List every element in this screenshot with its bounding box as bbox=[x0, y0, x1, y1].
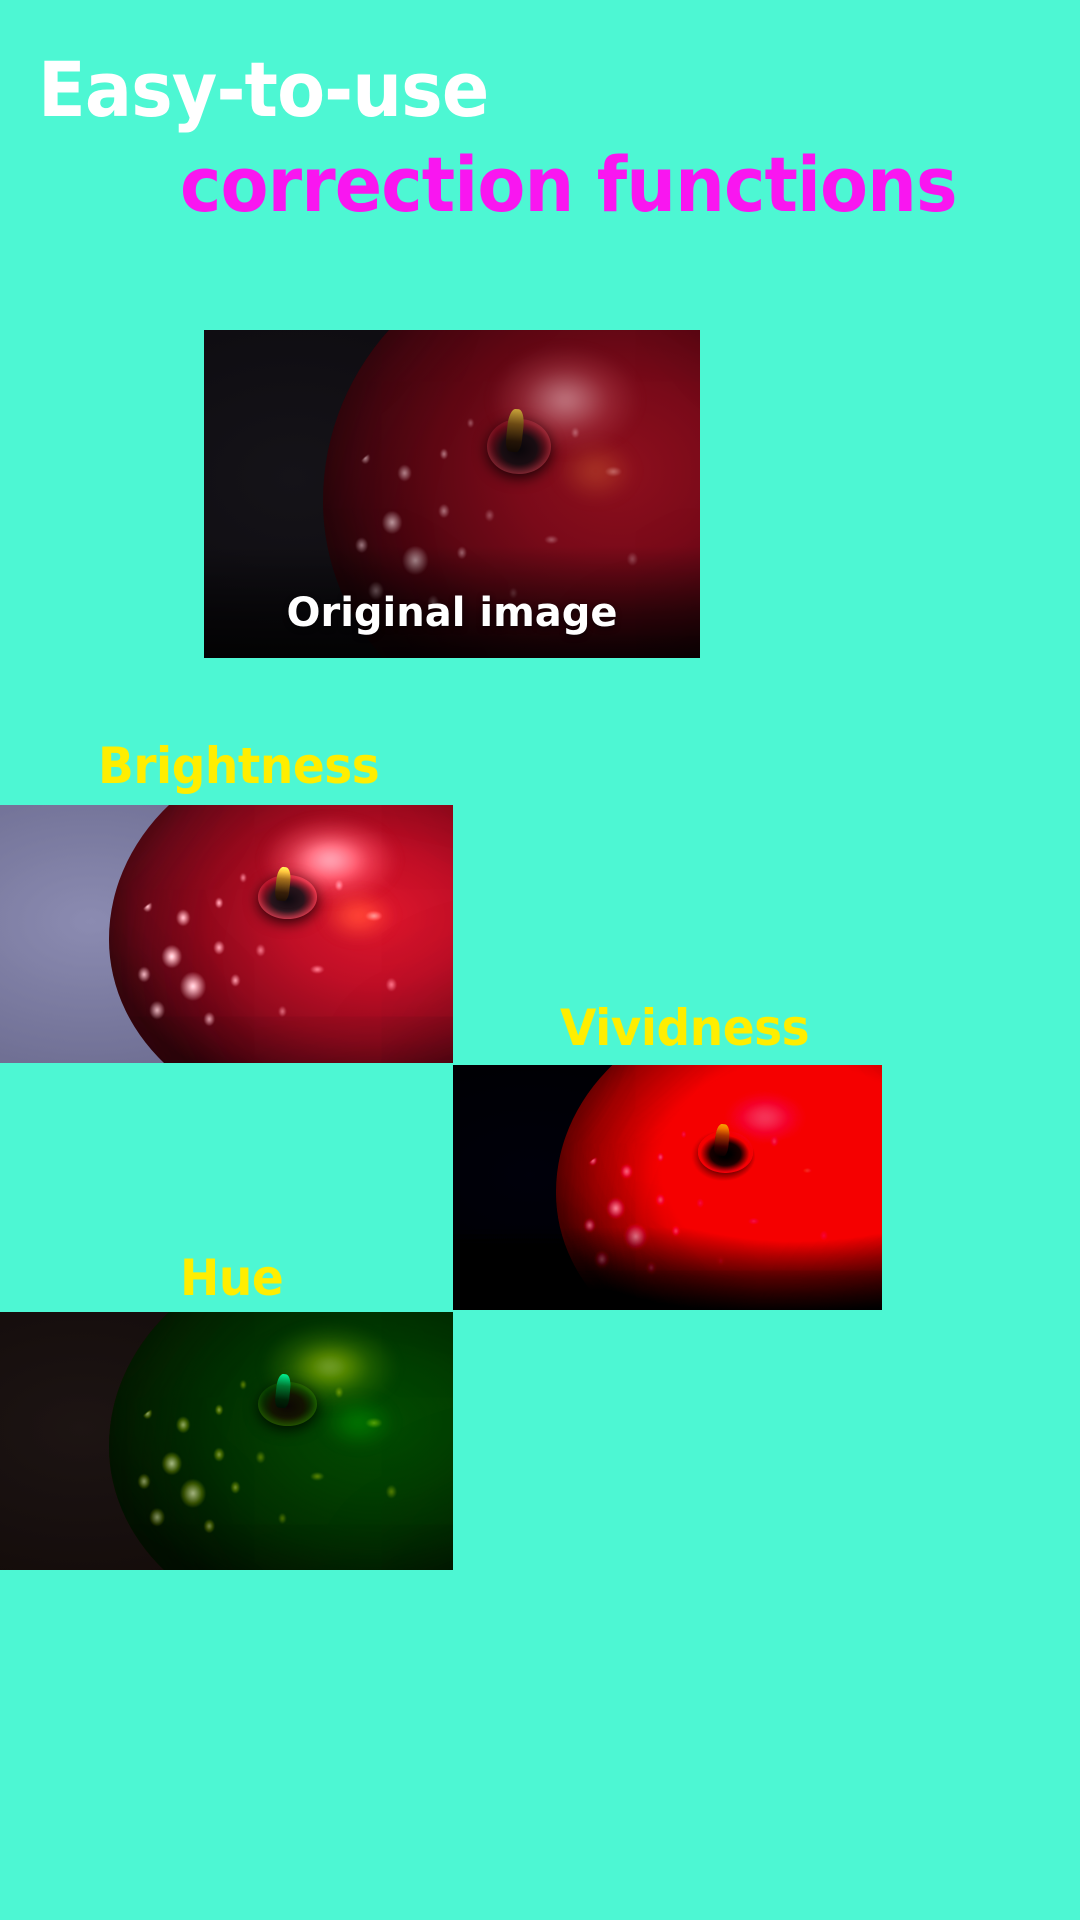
section-label-brightness: Brightness bbox=[98, 737, 380, 795]
headline-line-2: correction functions bbox=[180, 140, 958, 229]
headline-line-1: Easy-to-use bbox=[38, 45, 489, 134]
panel-brightness[interactable] bbox=[0, 805, 453, 1063]
panel-vividness[interactable] bbox=[453, 1065, 882, 1310]
panel-hue[interactable] bbox=[0, 1312, 453, 1570]
section-label-vividness: Vividness bbox=[560, 999, 810, 1057]
poster-canvas: Easy-to-use correction functions Origina… bbox=[0, 0, 1080, 1920]
apple-warm-glow bbox=[541, 428, 651, 514]
apple-photo-brightness bbox=[0, 805, 453, 1063]
section-label-hue: Hue bbox=[180, 1249, 284, 1307]
apple-photo-hue bbox=[0, 1312, 453, 1570]
apple-warm-glow bbox=[308, 882, 408, 950]
apple-warm-glow bbox=[308, 1389, 408, 1457]
apple-warm-glow bbox=[744, 1138, 840, 1203]
photo-bottom-shade bbox=[453, 1226, 882, 1310]
panel-original-image[interactable]: Original image bbox=[204, 330, 700, 658]
caption-original-image: Original image bbox=[286, 590, 618, 636]
apple-photo-vividness bbox=[453, 1065, 882, 1310]
